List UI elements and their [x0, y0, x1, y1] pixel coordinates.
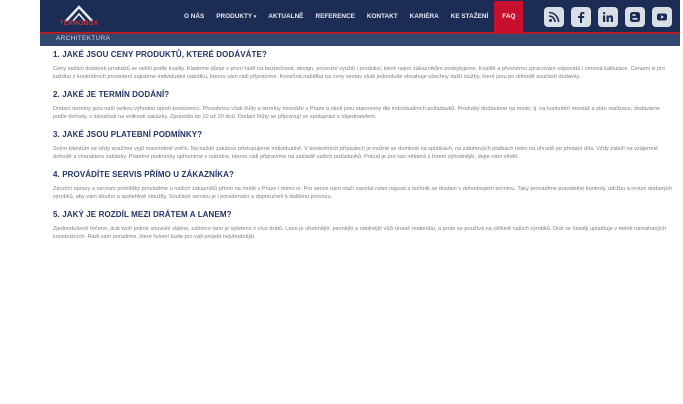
faq-content: 1. JAKÉ JSOU CENY PRODUKTŮ, KTERÉ DODÁVÁ…	[53, 50, 675, 250]
faq-item: 4. PROVÁDÍTE SERVIS PŘÍMO U ZÁKAZNÍKA? Z…	[53, 170, 675, 201]
faq-answer: Zjednodušeně řečeno, drát tvoří jediné s…	[53, 226, 667, 240]
faq-item: 5. JAKÝ JE ROZDÍL MEZI DRÁTEM A LANEM? Z…	[53, 210, 675, 241]
nav-item-produkty[interactable]: PRODUKTY ▾	[210, 1, 262, 33]
faq-answer: Záruční opravy a servisní prohlídky prov…	[53, 186, 673, 200]
chevron-down-icon: ▾	[253, 14, 257, 20]
faq-item: 1. JAKÉ JSOU CENY PRODUKTŮ, KTERÉ DODÁVÁ…	[53, 50, 675, 81]
youtube-icon[interactable]	[652, 7, 672, 27]
logo-mark-icon	[65, 5, 93, 22]
facebook-icon[interactable]	[571, 7, 591, 27]
faq-answer: Dodací termíny jsou naší velkou výhodou …	[53, 106, 660, 120]
category-bar: ARCHITEKTURA	[40, 34, 680, 46]
faq-item: 2. JAKÉ JE TERMÍN DODÁNÍ? Dodací termíny…	[53, 90, 675, 121]
logo[interactable]: TERMOBOX	[48, 2, 110, 32]
nav-item-faq[interactable]: FAQ	[494, 1, 524, 33]
social-links	[544, 7, 672, 27]
logo-text: TERMOBOX	[59, 21, 99, 27]
faq-answer: Svým klientům se vždy snažíme vyjít maxi…	[53, 146, 659, 160]
faq-question: 4. PROVÁDÍTE SERVIS PŘÍMO U ZÁKAZNÍKA?	[53, 170, 235, 179]
faq-item: 3. JAKÉ JSOU PLATEBNÍ PODMÍNKY? Svým kli…	[53, 130, 675, 161]
faq-question: 5. JAKÝ JE ROZDÍL MEZI DRÁTEM A LANEM?	[53, 210, 232, 219]
nav-item-kontakt[interactable]: KONTAKT	[361, 1, 404, 33]
faq-question: 3. JAKÉ JSOU PLATEBNÍ PODMÍNKY?	[53, 130, 203, 139]
category-label[interactable]: ARCHITEKTURA	[56, 35, 110, 42]
rss-icon[interactable]	[544, 7, 564, 27]
blogger-icon[interactable]	[625, 7, 645, 27]
nav-item-reference[interactable]: REFERENCE	[309, 1, 360, 33]
linkedin-icon[interactable]	[598, 7, 618, 27]
nav-item-o-nas[interactable]: O NÁS	[178, 1, 210, 33]
nav-item-kariera[interactable]: KARIÉRA	[404, 1, 445, 33]
faq-question: 1. JAKÉ JSOU CENY PRODUKTŮ, KTERÉ DODÁVÁ…	[53, 50, 267, 59]
faq-answer: Ceny našich dodávek produktů se neliší p…	[53, 66, 666, 80]
nav-item-ke-stazeni[interactable]: KE STAŽENÍ	[445, 1, 495, 33]
nav-item-aktualne[interactable]: AKTUALNĚ	[262, 1, 309, 33]
page: TERMOBOX O NÁS PRODUKTY ▾ AKTUALNĚ REFER…	[0, 0, 683, 404]
faq-question: 2. JAKÉ JE TERMÍN DODÁNÍ?	[53, 90, 170, 99]
main-nav: O NÁS PRODUKTY ▾ AKTUALNĚ REFERENCE KONT…	[178, 0, 524, 34]
top-navigation-bar: TERMOBOX O NÁS PRODUKTY ▾ AKTUALNĚ REFER…	[40, 0, 680, 34]
